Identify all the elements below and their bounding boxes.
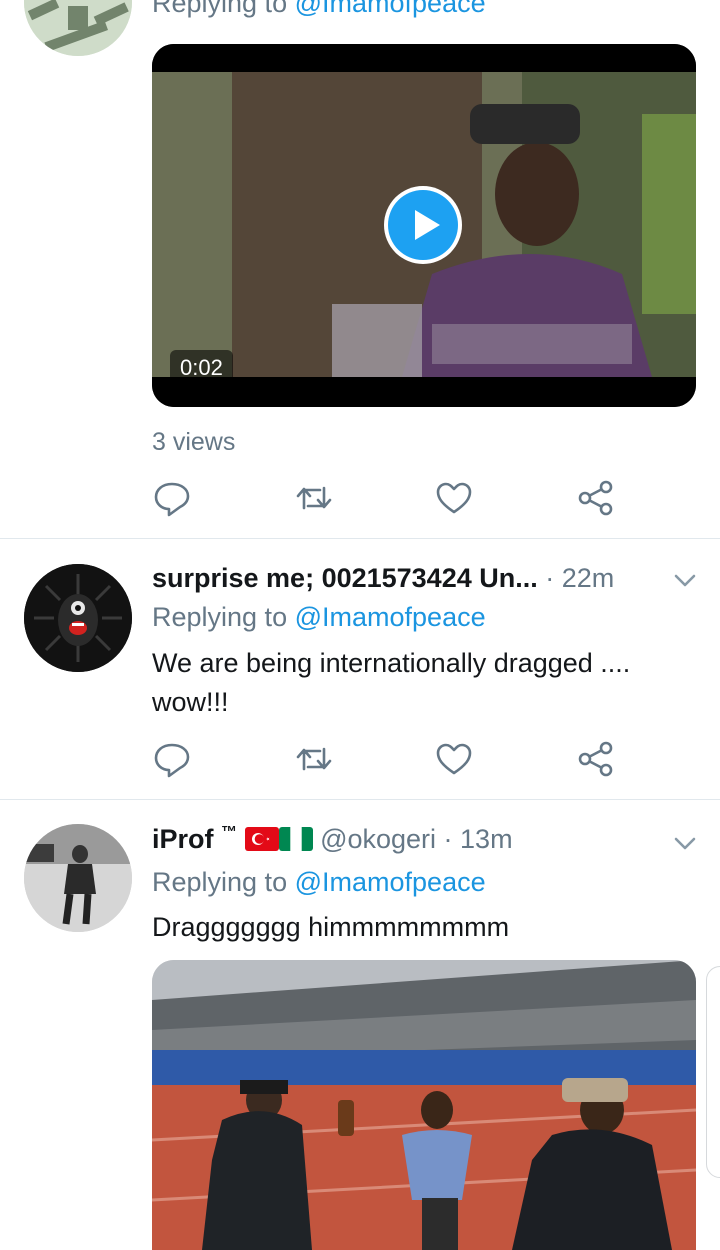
tweet-text: We are being internationally dragged ...… <box>152 644 692 722</box>
avatar[interactable] <box>24 0 132 56</box>
nigeria-flag-icon <box>278 827 313 851</box>
replying-label: Replying to <box>152 867 288 897</box>
tweet-text-line: wow!!! <box>152 687 229 717</box>
tweet-header: surprise me; 0021573424 Un... · 22m <box>152 563 700 594</box>
retweet-icon[interactable] <box>294 739 334 779</box>
display-name[interactable]: surprise me; 0021573424 Un... <box>152 563 538 593</box>
photo-image <box>152 960 696 1250</box>
play-button[interactable] <box>384 186 462 264</box>
turkey-flag-icon <box>244 827 279 851</box>
replying-label: Replying to <box>152 602 288 632</box>
replying-handle-link[interactable]: @Imamofpeace <box>295 867 486 897</box>
trademark-symbol: ™ <box>221 824 238 841</box>
view-count: 3 views <box>152 428 236 456</box>
like-icon[interactable] <box>434 739 474 779</box>
retweet-icon[interactable] <box>294 478 334 518</box>
tweet-actions <box>152 739 632 779</box>
tweet-photo[interactable] <box>152 960 696 1250</box>
avatar[interactable] <box>24 824 132 932</box>
share-icon[interactable] <box>576 739 616 779</box>
replying-handle-link[interactable]: @Imamofpeace <box>295 0 486 18</box>
tweet-1[interactable]: Replying to @Imamofpeace 0:02 3 views <box>0 0 720 539</box>
scrollbar-handle[interactable] <box>706 966 720 1178</box>
reply-icon[interactable] <box>152 739 192 779</box>
tweet-actions <box>152 478 632 518</box>
share-icon[interactable] <box>576 478 616 518</box>
tweet-header: iProf ™ @okogeri · 13m <box>152 824 700 855</box>
replying-label: Replying to <box>152 0 288 18</box>
timestamp[interactable]: · 22m <box>545 563 614 593</box>
avatar[interactable] <box>24 564 132 672</box>
timestamp[interactable]: · 13m <box>444 824 513 854</box>
tweet-text-line: We are being internationally dragged ...… <box>152 648 631 678</box>
video-duration-badge: 0:02 <box>170 350 233 386</box>
reply-icon[interactable] <box>152 478 192 518</box>
display-name[interactable]: iProf <box>152 824 214 854</box>
like-icon[interactable] <box>434 478 474 518</box>
video-player[interactable]: 0:02 <box>152 44 696 407</box>
replying-handle-link[interactable]: @Imamofpeace <box>295 602 486 632</box>
tweet-3[interactable]: iProf ™ @okogeri · 13m Replying to @Imam… <box>0 800 720 1250</box>
handle[interactable]: @okogeri <box>320 824 436 854</box>
chevron-down-icon[interactable] <box>672 830 698 856</box>
tweet-text: Draggggggg himmmmmmmm <box>152 912 510 942</box>
tweet-2[interactable]: surprise me; 0021573424 Un... · 22m Repl… <box>0 539 720 800</box>
replying-to: Replying to @Imamofpeace <box>152 0 486 19</box>
replying-to: Replying to @Imamofpeace <box>152 867 486 898</box>
play-icon <box>415 210 440 240</box>
chevron-down-icon[interactable] <box>672 567 698 593</box>
replying-to: Replying to @Imamofpeace <box>152 602 486 633</box>
